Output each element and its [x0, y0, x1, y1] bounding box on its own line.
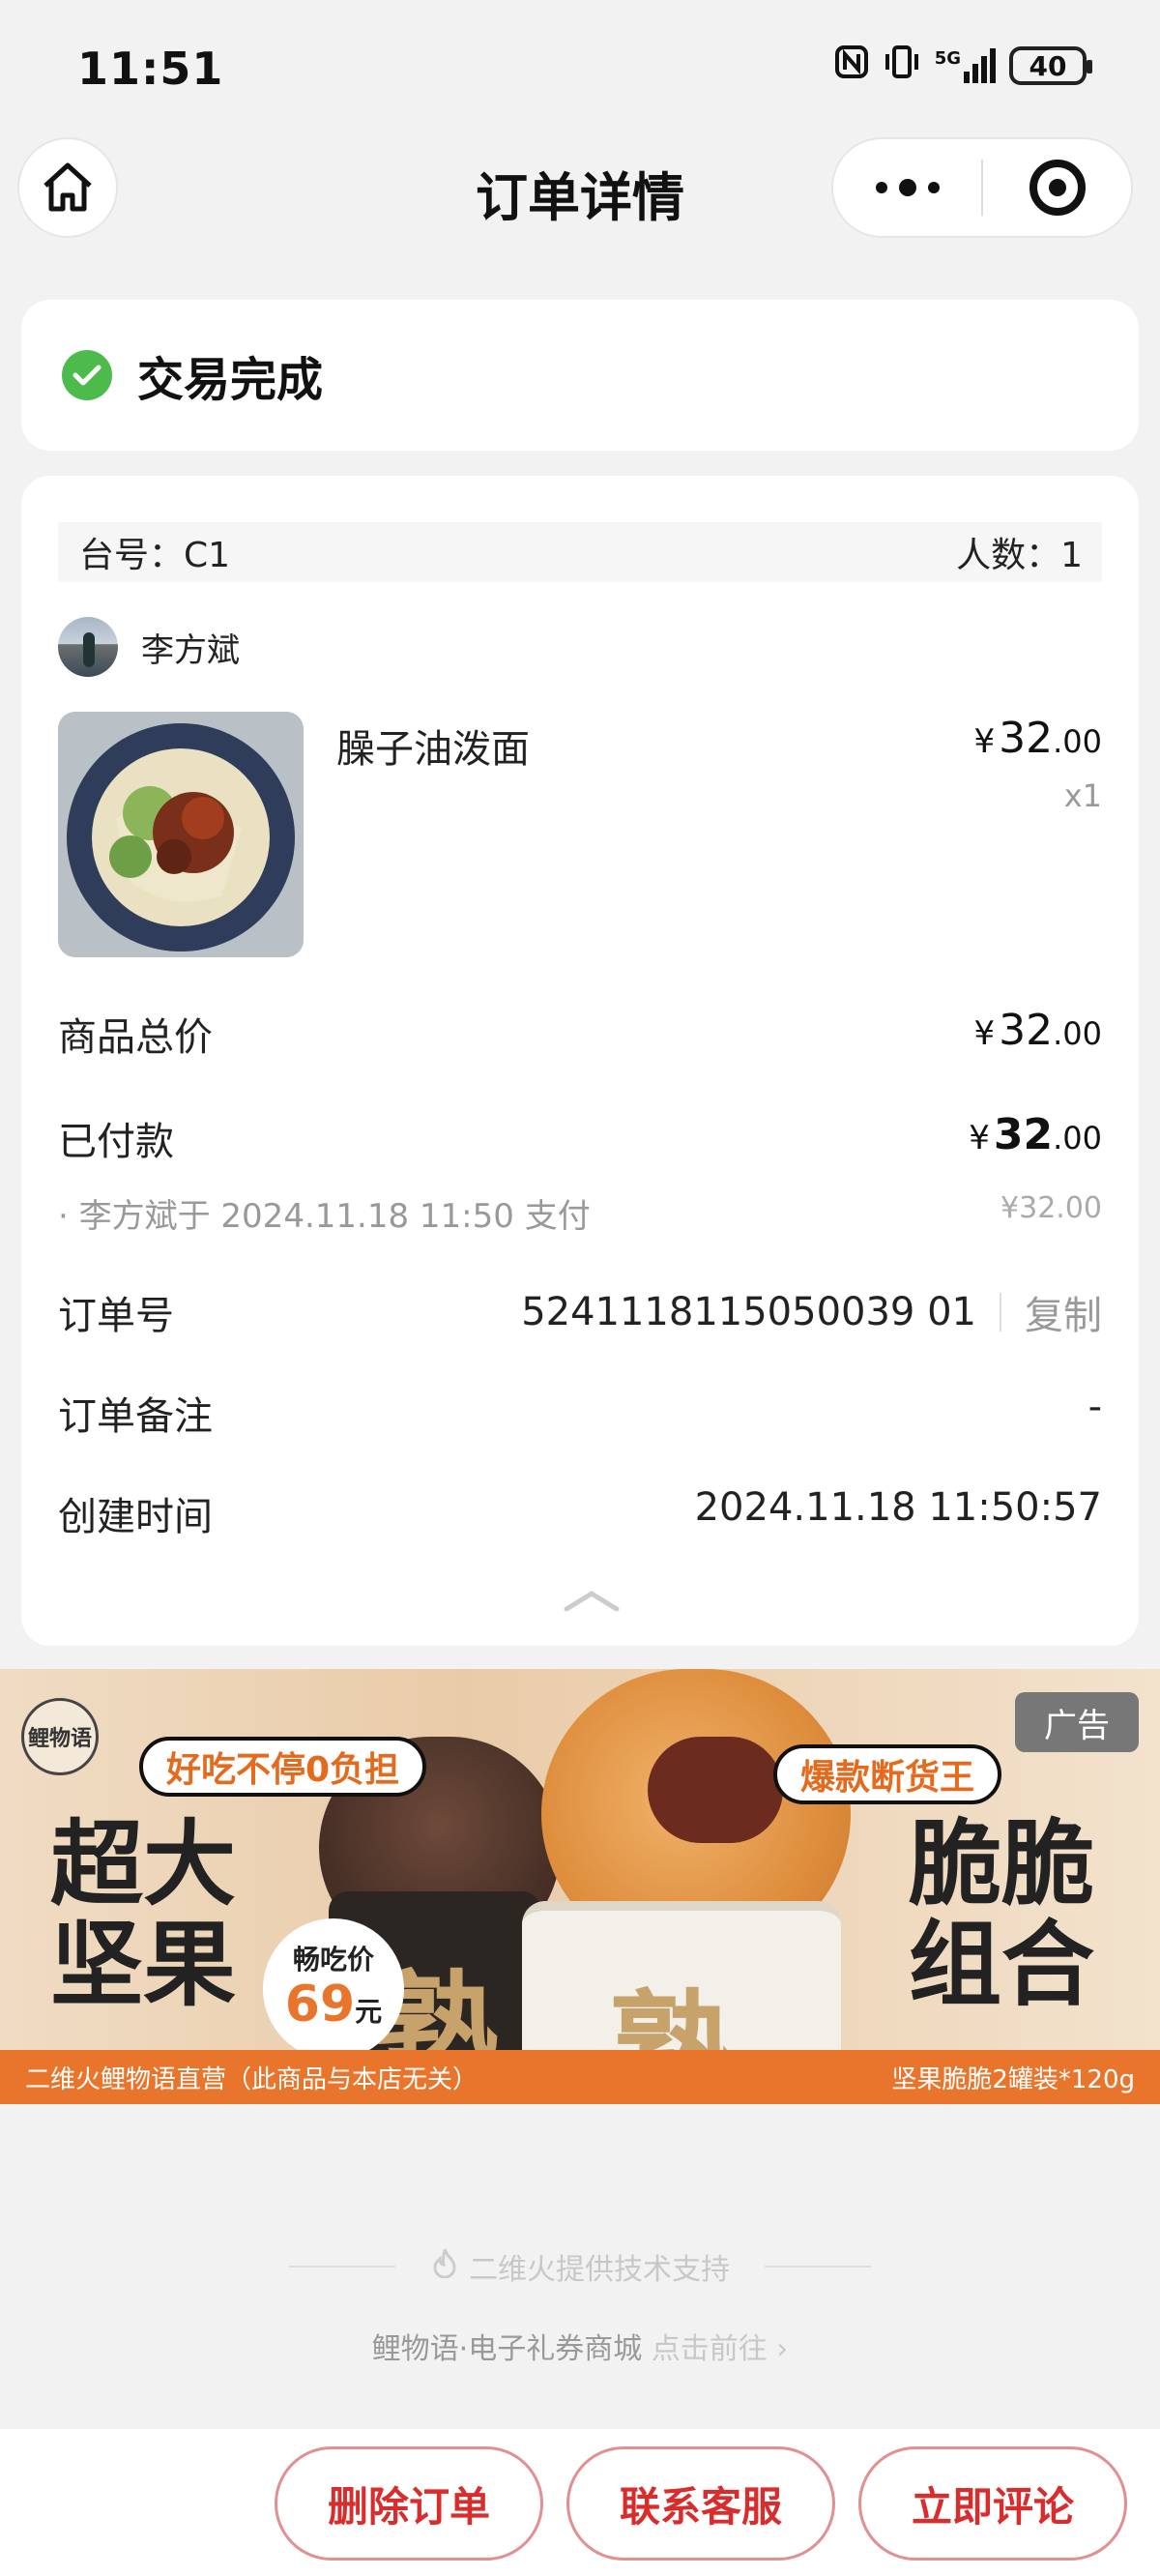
check-circle-icon [62, 350, 112, 400]
ad-headline-right: 脆脆 组合 [909, 1814, 1094, 2015]
order-number-row: 5241118115050039 01 复制 [521, 1284, 1102, 1340]
total-label: 商品总价 [58, 1015, 213, 1060]
ad-tag[interactable]: 广告 [1015, 1692, 1139, 1752]
tech-support: 二维火提供技术支持 [0, 2245, 1160, 2288]
avatar [58, 617, 118, 677]
order-number-label: 订单号 [58, 1294, 174, 1338]
mall-name: 鲤物语·电子礼券商城 [371, 2332, 643, 2366]
dish-image[interactable] [58, 712, 304, 957]
ad-banner[interactable]: 熟 熟 鲤物语 好吃不停0负担 爆款断货王 超大 坚果 脆脆 组合 畅吃价 69… [0, 1669, 1160, 2104]
currency-symbol: ¥ [973, 722, 996, 761]
paid-integer: 32 [993, 1110, 1054, 1159]
ad-headline-left: 超大 坚果 [50, 1814, 236, 2015]
more-icon [875, 179, 940, 196]
battery-icon: 40 [1009, 46, 1092, 85]
total-amount: ¥32.00 [973, 1006, 1102, 1055]
remark-label: 订单备注 [58, 1394, 213, 1439]
dish-price: ¥32.00 [973, 714, 1102, 763]
people-count: 人数：1 [956, 536, 1083, 575]
vibrate-icon [883, 44, 921, 87]
total-decimal: .00 [1053, 1015, 1102, 1052]
network-type: 5G [934, 48, 961, 69]
close-mini-program-button[interactable] [983, 139, 1131, 236]
ad-price-value: 69 [284, 1976, 356, 2034]
payment-note-amount: ¥32.00 [1000, 1191, 1102, 1225]
paid-amount: ¥32.00 [969, 1110, 1102, 1159]
user-row: 李方斌 [58, 617, 240, 677]
payment-note: · 李方斌于 2024.11.18 11:50 支付 [58, 1197, 591, 1236]
more-button[interactable] [833, 139, 981, 236]
ad-headline-right-line2: 组合 [909, 1911, 1094, 2019]
total-integer: 32 [999, 1006, 1054, 1055]
ad-price-unit: 元 [355, 1996, 383, 2028]
remark-value: - [1088, 1385, 1102, 1429]
flame-icon [430, 2247, 459, 2286]
ad-bubble-right: 爆款断货王 [773, 1744, 1002, 1804]
target-icon [1029, 160, 1086, 216]
ad-headline-left-line2: 坚果 [50, 1911, 236, 2019]
signal-icon: 5G [935, 48, 996, 83]
copy-button[interactable]: 复制 [1025, 1284, 1102, 1340]
ad-price-label: 畅吃价 [292, 1944, 374, 1976]
ad-brand-logo: 鲤物语 [21, 1698, 99, 1775]
paid-decimal: .00 [1053, 1120, 1102, 1156]
created-time-value: 2024.11.18 11:50:57 [694, 1485, 1102, 1530]
tech-support-text: 二维火提供技术支持 [469, 2253, 730, 2287]
dish-quantity: x1 [1063, 777, 1102, 814]
ad-headline-left-line1: 超大 [50, 1810, 236, 1918]
price-decimal: .00 [1053, 723, 1102, 760]
ad-strip-left-text: 二维火鲤物语直营（此商品与本店无关） [25, 2065, 478, 2094]
price-integer: 32 [999, 714, 1054, 763]
order-status-card: 交易完成 [21, 300, 1139, 451]
mall-go-link[interactable]: 点击前往 › [652, 2332, 789, 2366]
created-time-label: 创建时间 [58, 1495, 213, 1539]
collapse-chevron-up-icon[interactable] [563, 1586, 621, 1615]
mini-program-capsule [831, 137, 1133, 238]
dish-name: 臊子油泼面 [336, 727, 530, 772]
paid-label: 已付款 [58, 1120, 174, 1164]
nfc-icon [834, 44, 869, 87]
currency-symbol: ¥ [969, 1119, 990, 1157]
contact-service-button[interactable]: 联系客服 [566, 2446, 835, 2561]
ad-price-badge: 畅吃价 69元 [263, 1918, 404, 2060]
order-detail-card: 台号：C1 人数：1 李方斌 臊子油泼面 ¥32.00 x1 商品总价 ¥32.… [21, 476, 1139, 1646]
table-info-bar: 台号：C1 人数：1 [58, 522, 1102, 582]
status-time: 11:51 [77, 43, 224, 95]
ad-bubble-left: 好吃不停0负担 [139, 1737, 427, 1797]
status-icons: 5G 40 [834, 44, 1092, 87]
user-name: 李方斌 [141, 630, 240, 670]
order-status-text: 交易完成 [137, 353, 324, 407]
order-number: 5241118115050039 01 [521, 1290, 976, 1334]
ad-strip-right-text: 坚果脆脆2罐装*120g [891, 2065, 1135, 2094]
table-number: 台号：C1 [79, 536, 231, 575]
mall-link-row[interactable]: 鲤物语·电子礼券商城 点击前往 › [0, 2325, 1160, 2367]
ad-headline-right-line1: 脆脆 [909, 1810, 1094, 1918]
review-button[interactable]: 立即评论 [858, 2446, 1127, 2561]
delete-order-button[interactable]: 删除订单 [275, 2446, 543, 2561]
currency-symbol: ¥ [973, 1014, 996, 1053]
